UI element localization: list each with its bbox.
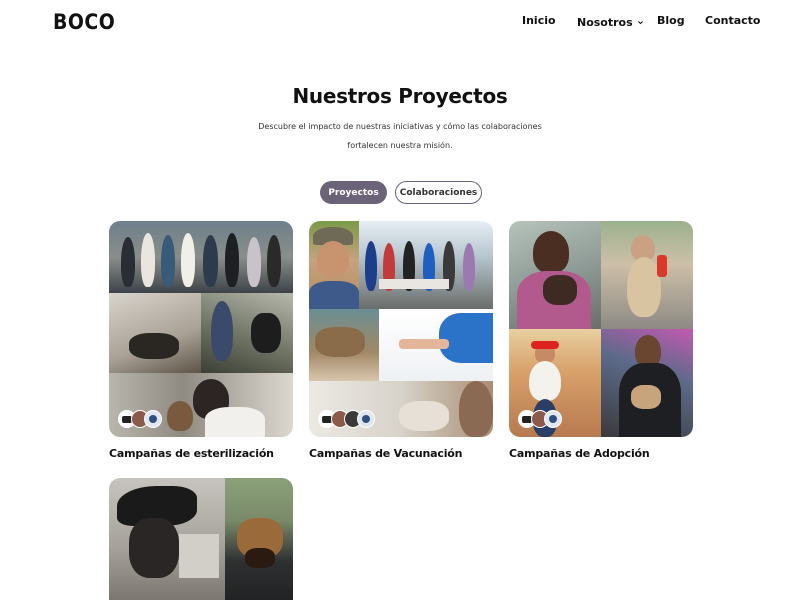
page-subtitle: Descubre el impacto de nuestras iniciati… (258, 122, 542, 150)
photo-tile (201, 293, 293, 373)
project-image (309, 221, 493, 437)
partner-avatar-icon (144, 410, 162, 428)
project-image (109, 221, 293, 437)
partner-avatar-icon (357, 410, 375, 428)
photo-tile (379, 309, 493, 381)
partner-avatars (318, 410, 375, 428)
photo-tile (109, 293, 201, 373)
photo-tile (601, 329, 693, 437)
project-title: Campañas de Vacunación (309, 447, 463, 460)
tab-proyectos[interactable]: Proyectos (320, 181, 387, 204)
project-image (109, 478, 293, 600)
nav-item-inicio[interactable]: Inicio (522, 14, 556, 27)
nav-item-nosotros-label: Nosotros (577, 16, 633, 29)
partner-avatar-icon (544, 410, 562, 428)
project-card-adopcion[interactable]: Campañas de Adopción (509, 221, 693, 460)
project-card-esterilizacion[interactable]: Campañas de esterilización (109, 221, 293, 460)
tab-colaboraciones[interactable]: Colaboraciones (395, 181, 482, 204)
project-card-4[interactable] (109, 478, 293, 600)
project-image (509, 221, 693, 437)
site-logo[interactable]: BOCO (53, 10, 115, 34)
photo-tile (309, 309, 379, 381)
photo-tile (225, 478, 293, 600)
page-title: Nuestros Proyectos (292, 84, 508, 108)
project-card-vacunacion[interactable]: Campañas de Vacunación (309, 221, 493, 460)
chevron-down-icon (637, 21, 643, 25)
photo-tile (309, 381, 493, 437)
nav-item-nosotros[interactable]: Nosotros (577, 16, 644, 29)
photo-tile (109, 478, 225, 600)
photo-tile (601, 221, 693, 329)
project-title: Campañas de Adopción (509, 447, 650, 460)
photo-tile (359, 221, 493, 309)
nav-item-blog[interactable]: Blog (657, 14, 685, 27)
top-nav: BOCO Inicio Nosotros Blog Contacto (0, 0, 800, 46)
partner-avatars (518, 410, 562, 428)
partner-avatars (118, 410, 162, 428)
photo-tile (509, 221, 601, 329)
project-title: Campañas de esterilización (109, 447, 274, 460)
nav-item-contacto[interactable]: Contacto (705, 14, 760, 27)
photo-tile (309, 221, 359, 309)
photo-tile (109, 221, 293, 293)
